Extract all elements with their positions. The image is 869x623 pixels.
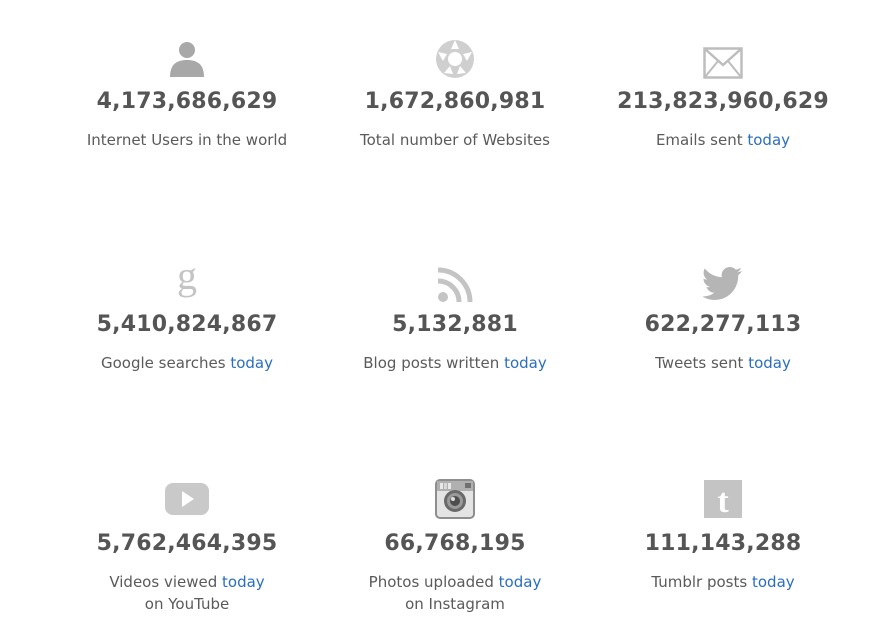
stat-label-text: Tweets sent xyxy=(655,354,744,372)
stat-number: 66,768,195 xyxy=(384,531,526,556)
svg-text:g: g xyxy=(177,261,197,298)
stat-label-text: Photos uploaded xyxy=(368,573,494,591)
rss-icon xyxy=(315,261,595,303)
svg-text:t: t xyxy=(717,483,729,519)
tumblr-icon: t xyxy=(583,478,863,520)
stat-label-text: Google searches xyxy=(101,354,226,372)
stat-label-text: Emails sent xyxy=(655,131,743,149)
user-icon xyxy=(47,38,327,80)
stat-number: 4,173,686,629 xyxy=(96,89,278,114)
today-link[interactable]: today xyxy=(230,354,273,372)
stat-number: 5,410,824,867 xyxy=(96,312,278,337)
google-icon: g xyxy=(47,261,327,303)
stat-label-text: Tumblr posts xyxy=(651,573,748,591)
stat-number: 622,277,113 xyxy=(644,312,802,337)
youtube-play-icon xyxy=(47,478,327,520)
stat-label-text: Total number of Websites xyxy=(360,131,550,149)
instagram-camera-icon xyxy=(315,478,595,520)
envelope-icon xyxy=(583,38,863,80)
stat-label: Tumblr posts today xyxy=(583,571,863,593)
today-link[interactable]: today xyxy=(747,131,790,149)
stat-label: Videos viewed today on YouTube xyxy=(47,571,327,615)
stat-label: Emails sent today xyxy=(583,129,863,151)
today-link[interactable]: today xyxy=(748,354,791,372)
stat-number: 111,143,288 xyxy=(644,531,802,556)
stat-label: Google searches today xyxy=(47,352,327,374)
stat-label: Photos uploaded today on Instagram xyxy=(315,571,595,615)
stat-label-text: Videos viewed xyxy=(109,573,218,591)
stat-number: 1,672,860,981 xyxy=(364,89,546,114)
stat-number: 213,823,960,629 xyxy=(617,89,829,114)
stat-label-text: Blog posts written xyxy=(363,354,500,372)
stat-label-suffix: on Instagram xyxy=(405,595,505,613)
stat-label: Blog posts written today xyxy=(315,352,595,374)
stat-number: 5,762,464,395 xyxy=(96,531,278,556)
stat-label-text: Internet Users in the world xyxy=(86,131,288,149)
today-link[interactable]: today xyxy=(222,573,265,591)
today-link[interactable]: today xyxy=(752,573,795,591)
twitter-bird-icon xyxy=(583,261,863,303)
today-link[interactable]: today xyxy=(499,573,542,591)
stat-label: Tweets sent today xyxy=(583,352,863,374)
stat-label: Internet Users in the world xyxy=(47,129,327,151)
globe-icon xyxy=(315,38,595,80)
stat-label: Total number of Websites xyxy=(315,129,595,151)
today-link[interactable]: today xyxy=(504,354,547,372)
stat-number: 5,132,881 xyxy=(392,312,518,337)
stat-label-suffix: on YouTube xyxy=(144,595,230,613)
